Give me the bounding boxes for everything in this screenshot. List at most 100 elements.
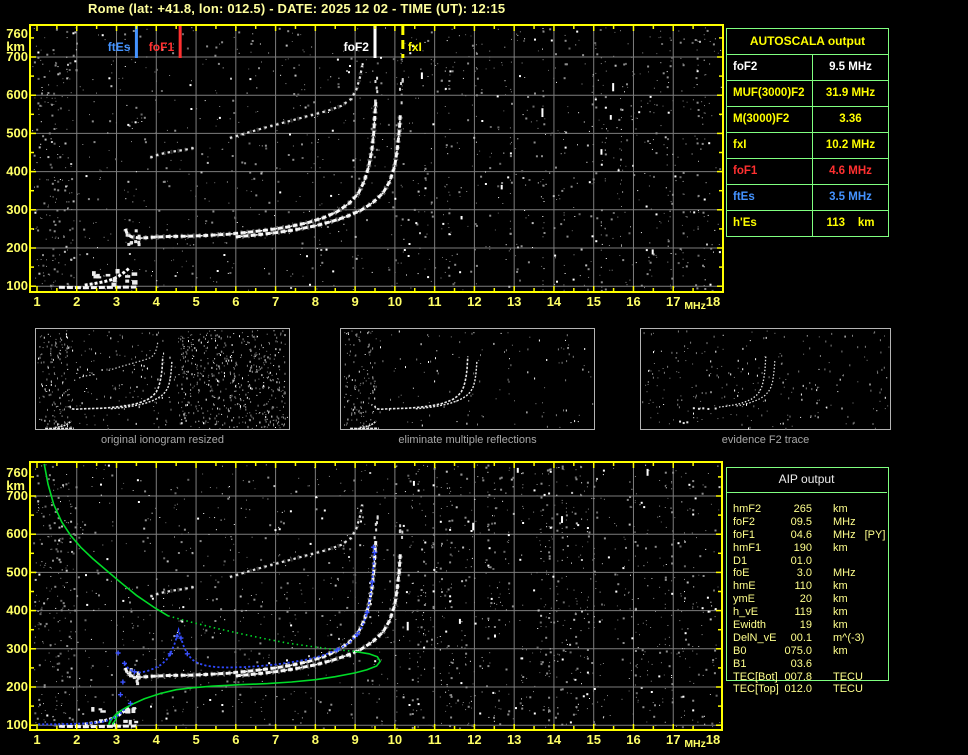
aip-value: 00.1 (790, 631, 812, 644)
aip-value: 190 (793, 541, 812, 554)
aip-row-hmF1: hmF1 190 km (726, 542, 889, 555)
marker-label-foF1: foF1 (149, 40, 175, 54)
x-tick-label: 13 (507, 732, 521, 747)
aip-row-B0: B0 075.0 km (726, 645, 889, 658)
profile-topside-dotted (167, 615, 356, 653)
autoscala-row-value: 31.9 MHz (825, 87, 876, 99)
x-tick-label: 7 (272, 294, 279, 309)
aip-value: 20 (799, 593, 812, 606)
aip-extra (848, 645, 857, 658)
y-axis-unit: km (6, 478, 25, 493)
aip-value: 012.0 (784, 683, 812, 696)
x-tick-label: 3 (113, 294, 120, 309)
x-tick-label: 9 (352, 294, 359, 309)
axis-ticks (31, 463, 721, 729)
ionogram-traces (58, 65, 404, 290)
aip-unit: km (833, 606, 848, 619)
aip-extra (848, 503, 857, 516)
aip-label: foE (733, 567, 750, 580)
x-tick-label: 14 (547, 732, 562, 747)
y-tick-label: 400 (6, 164, 28, 179)
aip-unit: TECU (833, 683, 863, 696)
x-axis-unit: MHz (684, 300, 706, 312)
autoscala-row-fxI: fxI 10.2 MHz (727, 133, 888, 159)
aip-value: 09.5 (790, 515, 812, 528)
aip-table-header: AIP output (726, 467, 887, 493)
y-tick-label: 760 (6, 465, 28, 480)
y-tick-label: 400 (6, 603, 28, 618)
x-tick-label: 17 (666, 294, 680, 309)
x-tick-label: 1 (33, 732, 40, 747)
y-tick-label: 700 (6, 488, 28, 503)
aip-label: DelN_vE (733, 631, 777, 644)
aip-unit: km (833, 503, 848, 515)
x-tick-label: 18 (706, 732, 720, 747)
aip-row-TECBot: TEC[Bot] 007.8 TECU (726, 671, 889, 684)
thumbnail-eliminate-multiples-image (340, 328, 595, 430)
autoscala-row-value: 3.5 MHz (829, 191, 872, 203)
aip-value: 03.6 (790, 657, 812, 670)
aip-row-TECTop: TEC[Top] 012.0 TECU (726, 683, 889, 696)
aip-extra (833, 658, 842, 671)
grid-lines (31, 463, 721, 729)
aip-row-hvE: h_vE 119 km (726, 606, 889, 619)
thumbnail-caption: original ionogram resized (101, 434, 224, 446)
aip-extra (848, 542, 857, 555)
y-tick-label: 600 (6, 87, 28, 102)
aip-extra (848, 580, 857, 593)
x-tick-label: 7 (272, 732, 279, 747)
aip-value: 007.8 (784, 670, 812, 683)
aip-row-foF2: foF2 09.5 MHz (726, 516, 889, 529)
x-tick-label: 10 (388, 732, 402, 747)
ionogram-plot-main: ftEs foF1 foF2 fxI 760 700 600 500 400 300 200 100 k… (6, 24, 724, 312)
aip-value: 119 (794, 606, 812, 619)
x-tick-label: 2 (73, 294, 80, 309)
thumbnail-evidence-f2: evidence F2 trace (640, 328, 891, 446)
plot-frame (29, 24, 724, 293)
x-tick-label: 17 (666, 732, 680, 747)
x-tick-label: 1 (33, 294, 40, 309)
autoscala-row-value: 4.6 MHz (829, 165, 872, 177)
aip-label: hmF1 (733, 541, 762, 554)
axis-labels: 760700600500400300200100km1 2 3 4 5 6 7 8 9 10 11 1… (6, 26, 720, 312)
aip-label: TEC[Top] (733, 683, 779, 696)
aip-unit (812, 658, 833, 671)
aip-extra (856, 516, 865, 529)
profile-topside-solid (43, 463, 169, 617)
x-tick-label: 11 (428, 732, 442, 747)
aip-row-foF1: foF1 04.6 MHz [PY] (726, 529, 889, 542)
x-tick-label: 16 (626, 732, 640, 747)
aip-extra (848, 606, 857, 619)
grid-lines (31, 26, 722, 291)
autoscala-row-label: foF1 (727, 159, 813, 184)
autoscala-row-label: ftEs (727, 185, 813, 210)
x-tick-label: 6 (232, 732, 239, 747)
x-tick-label: 6 (232, 294, 239, 309)
y-tick-label: 500 (6, 125, 28, 140)
autoscala-row-value: 3.36 (839, 113, 862, 125)
autoscala-row-MUF3000F2: MUF(3000)F2 31.9 MHz (727, 81, 888, 107)
y-tick-label: 300 (6, 641, 28, 656)
aip-label: h_vE (733, 606, 759, 619)
aip-extra (848, 593, 857, 606)
thumbnail-eliminate-multiples: eliminate multiple reflections (340, 328, 595, 446)
y-tick-label: 100 (6, 717, 28, 732)
aip-row-Ewidth: Ewidth 19 km (726, 619, 889, 632)
aip-value: 265 (793, 503, 812, 515)
aip-label: B1 (733, 657, 747, 670)
aip-unit: km (833, 580, 848, 593)
x-tick-label: 14 (547, 294, 562, 309)
aip-label: TEC[Bot] (733, 670, 778, 683)
aip-row-D1: D1 01.0 (726, 555, 889, 568)
restored-trace-floor (38, 707, 127, 726)
aip-row-DelNvE: DelN_vE 00.1 m^(-3) (726, 632, 889, 645)
aip-unit: km (833, 541, 848, 554)
aip-value: 3.0 (796, 567, 812, 580)
x-axis-unit: MHz (684, 738, 706, 750)
autoscala-row-hEs: h'Es 113 km (727, 211, 888, 236)
y-tick-label: 700 (6, 49, 28, 64)
aip-value: 110 (794, 580, 812, 593)
thumbnail-frame (640, 328, 891, 430)
aip-value: 04.6 (790, 528, 812, 541)
autoscala-row-foF2: foF2 9.5 MHz (727, 55, 888, 81)
